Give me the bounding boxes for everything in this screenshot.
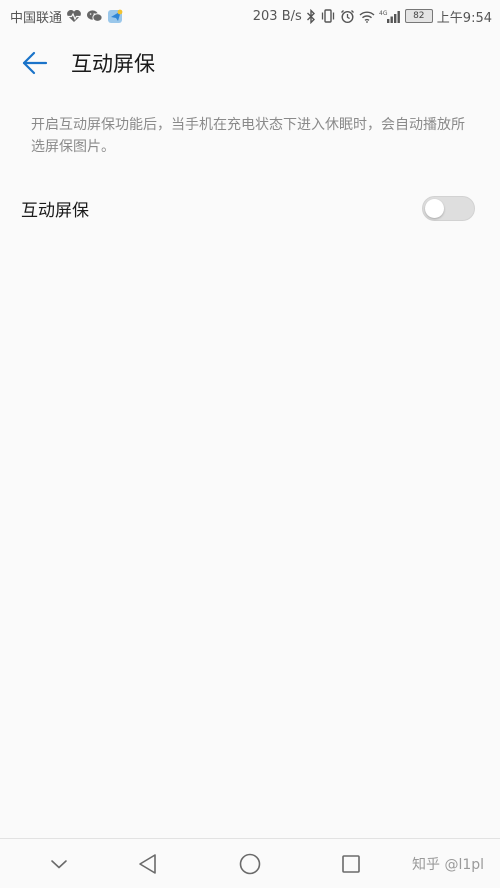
feature-description: 开启互动屏保功能后，当手机在充电状态下进入休眠时，会自动播放所选屏保图片。 [31,117,465,155]
nav-back-button[interactable] [128,847,168,881]
alarm-icon [340,9,355,24]
wechat-icon [86,9,103,23]
battery-icon: 82 [404,9,433,23]
network-speed: 203 B/s [252,8,302,24]
nav-recent-button[interactable] [331,847,371,881]
nav-home-button[interactable] [230,847,270,881]
clock: 上午9:54 [436,10,492,26]
network-type-label: 4G [379,10,388,17]
hide-nav-button[interactable] [39,847,79,881]
back-button[interactable] [10,38,60,88]
home-circle-icon [239,853,261,875]
setting-row-interactive-screensaver[interactable]: 互动屏保 [0,188,500,228]
vibrate-icon [320,9,336,23]
interactive-screensaver-toggle[interactable] [422,195,475,221]
status-bar: 中国联通 203 B/s 4G 82 上午9:54 [0,0,500,32]
recent-square-icon [342,855,360,873]
app-header: 互动屏保 [0,38,500,88]
page-title: 互动屏保 [71,52,155,76]
navigation-bar: 知乎 @l1pl [0,838,500,888]
back-triangle-icon [139,854,156,874]
setting-label: 互动屏保 [21,200,89,221]
carrier-name: 中国联通 [10,10,63,26]
wifi-icon [359,10,375,23]
status-bar-left: 中国联通 [10,7,124,26]
bluetooth-icon [306,8,316,24]
toggle-knob [425,198,444,218]
signal-icon: 4G [379,9,401,24]
app-icon [107,8,124,24]
watermark: 知乎 @l1pl [412,857,485,873]
health-heart-icon [66,9,82,23]
arrow-left-icon [22,51,48,75]
status-bar-right: 203 B/s 4G 82 上午9:54 [253,7,492,26]
chevron-down-icon [51,860,67,869]
